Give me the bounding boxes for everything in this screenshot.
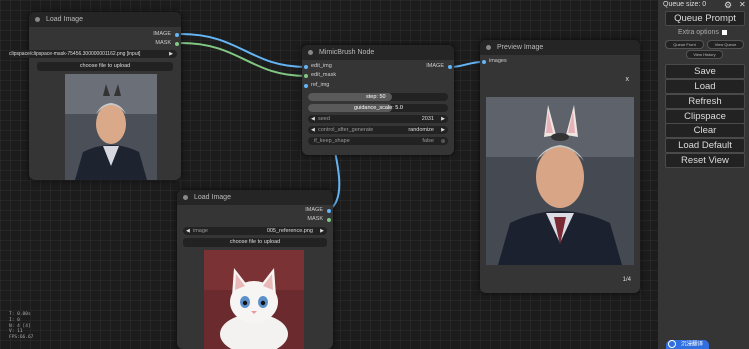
node-title-bar[interactable]: MimicBrush Node [302, 45, 454, 60]
output-image-label: IMAGE [426, 63, 444, 69]
if-keep-shape-value: false [422, 138, 434, 144]
seed-label: seed [318, 116, 330, 122]
arrow-right-icon[interactable]: ▶ [320, 227, 324, 235]
arrow-left-icon[interactable]: ◀ [311, 115, 315, 123]
node-title: Load Image [46, 16, 83, 23]
arrow-left-icon[interactable]: ◀ [311, 126, 315, 134]
input-images-port[interactable] [482, 60, 486, 64]
arrow-left-icon[interactable]: ◀ [186, 227, 190, 235]
close-icon[interactable]: x [626, 76, 630, 83]
guidance-slider-text: guidance_scale: 5.0 [354, 105, 403, 111]
input-edit-img-label: edit_img [311, 63, 332, 69]
node-title: Preview Image [497, 44, 544, 51]
mimicbrush-node[interactable]: MimicBrush Node edit_img edit_mask ref_i… [302, 45, 454, 155]
input-edit-mask-port[interactable] [304, 74, 308, 78]
if-keep-shape-toggle[interactable]: if_keep_shape false [308, 137, 448, 145]
loaded-image-preview [204, 250, 304, 349]
render-stats: T: 0.00s I: 0 N: 4 [4] V: 11 FPS:66.67 [9, 312, 33, 341]
clear-button[interactable]: Clear [665, 123, 745, 138]
arrow-right-icon[interactable]: ▶ [169, 50, 173, 58]
load-image-node-2[interactable]: Load Image IMAGE MASK ◀ image 005_refere… [177, 190, 333, 349]
preview-image [486, 97, 634, 265]
input-edit-img-port[interactable] [304, 65, 308, 69]
seed-value: 2031 [421, 116, 434, 122]
image-combo-widget[interactable]: ◀ image 005_reference.png ▶ [183, 227, 327, 235]
loaded-image-preview [65, 74, 157, 180]
choose-file-button[interactable]: choose file to upload [183, 238, 327, 247]
step-slider-text: step: 50 [366, 94, 386, 100]
node-title: Load Image [194, 194, 231, 201]
image-combo-value: clipspace/clipspace-mask-75456.300000001… [9, 51, 141, 57]
output-image-port[interactable] [327, 209, 331, 213]
output-mask-port[interactable] [327, 218, 331, 222]
load-image-node-1[interactable]: Load Image IMAGE MASK clipspace/clipspac… [9, 12, 181, 180]
queue-prompt-button[interactable]: Queue Prompt [665, 11, 745, 26]
input-ref-img-label: ref_img [311, 82, 330, 88]
control-after-generate-label: control_after_generate [318, 127, 374, 133]
refresh-button[interactable]: Refresh [665, 94, 745, 109]
image-combo-widget[interactable]: clipspace/clipspace-mask-75456.300000001… [9, 50, 177, 58]
translate-badge-label: 沉浸翻译 [681, 341, 704, 348]
image-counter: 1/4 [622, 277, 631, 283]
node-title-bar[interactable]: Preview Image [480, 40, 640, 55]
output-mask-label: MASK [155, 40, 171, 46]
output-image-port[interactable] [175, 33, 179, 37]
input-images-label: images [489, 58, 507, 64]
stat-time: T: 0.00s [9, 312, 31, 317]
output-image-label: IMAGE [153, 31, 171, 37]
node-collapse-dot[interactable] [486, 44, 491, 50]
node-title: MimicBrush Node [319, 49, 375, 56]
choose-file-button[interactable]: choose file to upload [37, 62, 173, 71]
input-edit-mask-label: edit_mask [311, 72, 337, 78]
arrow-right-icon[interactable]: ▶ [441, 126, 445, 134]
wire-output-to-preview [450, 61, 483, 68]
image-combo-label: image [193, 228, 208, 234]
node-title-bar[interactable]: Load Image [29, 12, 181, 27]
save-button[interactable]: Save [665, 64, 745, 79]
translate-icon [668, 340, 676, 348]
load-button[interactable]: Load [665, 79, 745, 94]
comfy-menu: Queue size: 0 ⚙ ✕ Queue Prompt Extra opt… [658, 0, 749, 349]
output-mask-label: MASK [307, 216, 323, 222]
arrow-right-icon[interactable]: ▶ [441, 115, 445, 123]
preview-image-node[interactable]: Preview Image images x 1/4 [480, 40, 640, 293]
step-slider[interactable]: step: 50 [308, 93, 448, 101]
node-title-bar[interactable]: Load Image [177, 190, 333, 205]
extra-options-label: Extra options [678, 29, 719, 36]
seed-widget[interactable]: ◀ seed 2031 ▶ [308, 115, 448, 123]
view-history-button[interactable]: View History [686, 50, 723, 59]
load-default-button[interactable]: Load Default [665, 138, 745, 153]
reset-view-button[interactable]: Reset View [665, 153, 745, 168]
wire-mask-to-edit-mask [180, 42, 307, 77]
input-ref-img-port[interactable] [304, 84, 308, 88]
view-queue-button[interactable]: View Queue [707, 40, 744, 49]
if-keep-shape-label: if_keep_shape [314, 138, 350, 144]
control-after-generate-widget[interactable]: ◀ control_after_generate randomize ▶ [308, 126, 448, 134]
translate-badge[interactable]: 沉浸翻译 [666, 340, 710, 349]
queue-size-label: Queue size: 0 [663, 1, 707, 8]
node-collapse-dot[interactable] [35, 16, 40, 22]
output-image-label: IMAGE [305, 207, 323, 213]
gear-icon[interactable]: ⚙ [724, 0, 732, 11]
wire-image-to-edit-img [180, 33, 307, 68]
control-after-generate-value: randomize [408, 127, 434, 133]
clipspace-button[interactable]: Clipspace [665, 109, 745, 124]
output-image-port[interactable] [448, 65, 452, 69]
node-collapse-dot[interactable] [308, 49, 313, 55]
output-mask-port[interactable] [175, 42, 179, 46]
guidance-scale-slider[interactable]: guidance_scale: 5.0 [308, 104, 448, 112]
toggle-dot [441, 139, 445, 143]
extra-options-checkbox[interactable] [721, 29, 727, 35]
close-icon[interactable]: ✕ [739, 0, 746, 9]
stat-fps: FPS:66.67 [9, 335, 34, 341]
node-collapse-dot[interactable] [183, 194, 188, 200]
image-combo-value: 005_reference.png [266, 228, 313, 234]
queue-front-button[interactable]: Queue Front [665, 40, 704, 49]
extra-options-row[interactable]: Extra options [678, 29, 727, 36]
